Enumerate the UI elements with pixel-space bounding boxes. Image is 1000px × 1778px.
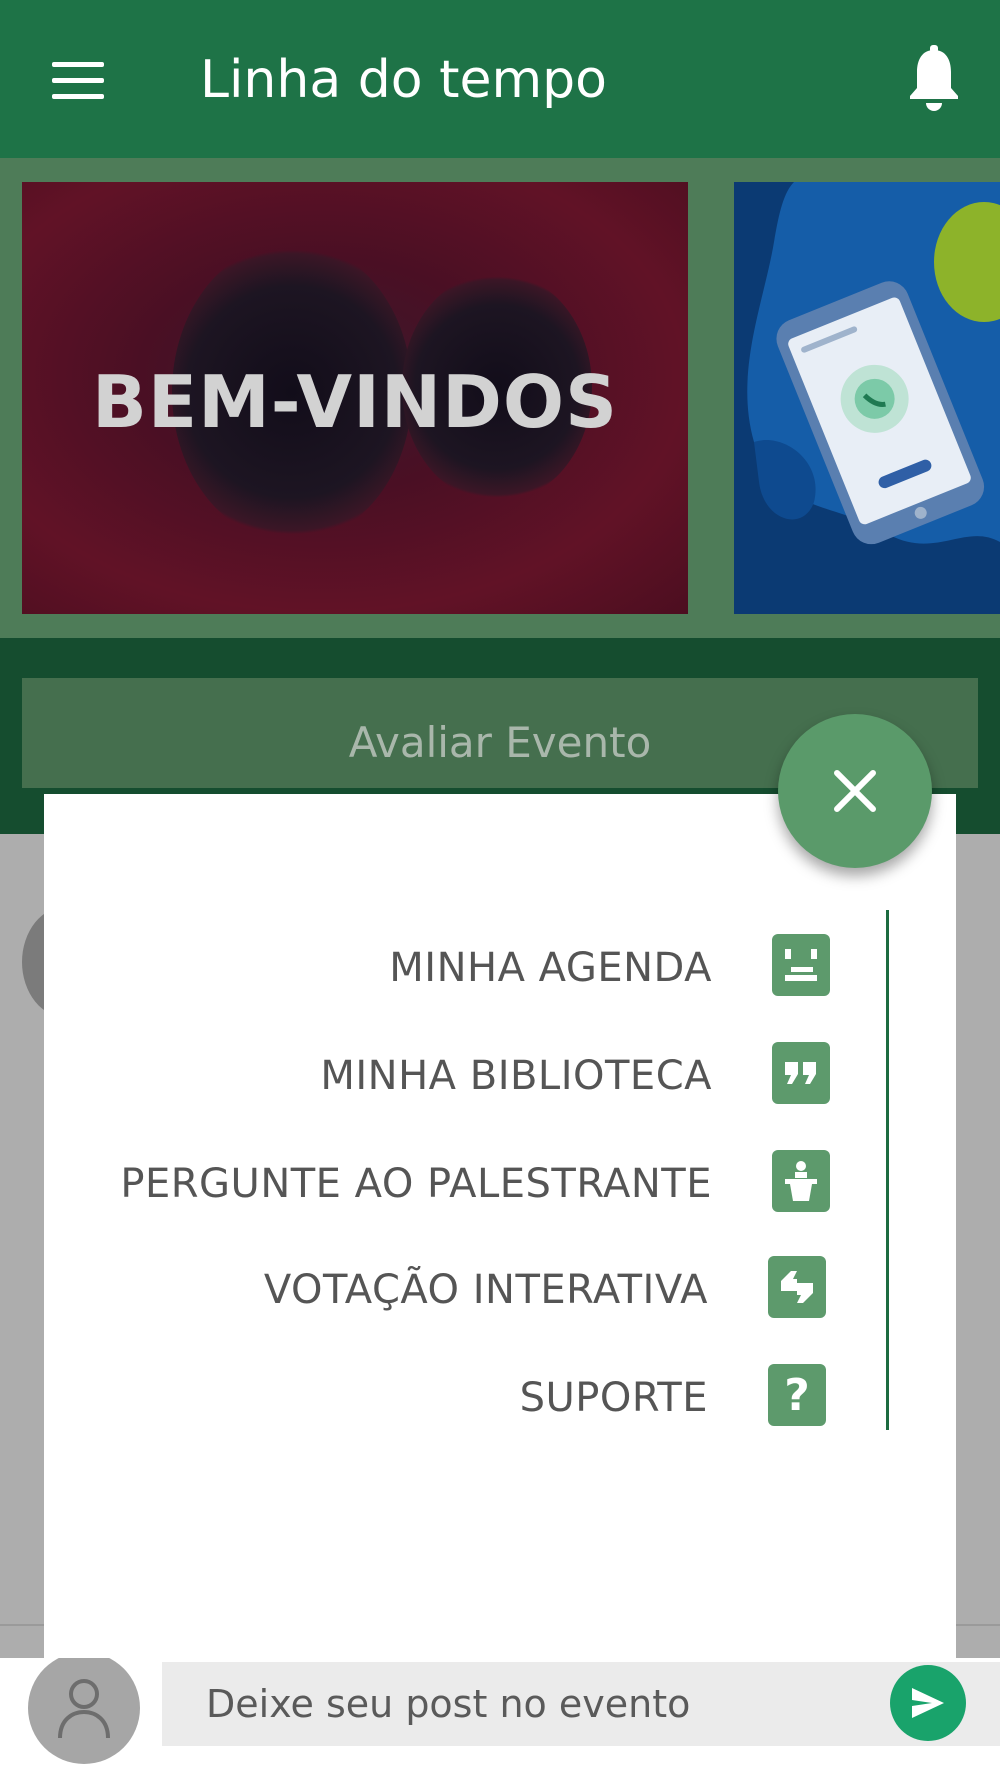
menu-divider [886,910,889,1430]
welcome-banner[interactable]: BEM-VINDOS [22,182,688,614]
quick-actions-menu: MINHA AGENDA MINHA BIBLIOTECA PERGUNTE A… [44,794,956,1658]
agenda-icon [772,934,830,996]
page-title: Linha do tempo [200,50,607,110]
menu-item-votacao-interativa[interactable]: VOTAÇÃO INTERATIVA [104,1252,844,1328]
quote-icon [772,1042,830,1104]
menu-item-suporte[interactable]: SUPORTE ? [104,1360,844,1436]
banner-carousel: BEM-VINDOS [0,158,1000,638]
hamburger-menu-icon[interactable] [40,50,116,110]
menu-item-label: SUPORTE [519,1375,708,1421]
send-icon[interactable] [890,1665,966,1741]
bell-icon[interactable] [904,44,964,114]
menu-item-label: PERGUNTE AO PALESTRANTE [120,1161,712,1207]
question-icon: ? [768,1364,826,1426]
menu-item-label: VOTAÇÃO INTERATIVA [263,1267,708,1313]
timeline-screen: Linha do tempo BEM-VINDOS Avaliar Evento… [0,0,1000,1778]
user-icon[interactable] [28,1652,140,1764]
menu-item-minha-biblioteca[interactable]: MINHA BIBLIOTECA [104,1038,844,1114]
speaker-podium-icon [772,1150,830,1212]
phone-call-illustration [747,182,1000,545]
menu-item-label: MINHA AGENDA [389,945,712,991]
app-bar: Linha do tempo [0,0,1000,158]
phone-call-banner[interactable] [734,182,1000,614]
menu-item-pergunte-ao-palestrante[interactable]: PERGUNTE AO PALESTRANTE [104,1146,844,1222]
menu-item-minha-agenda[interactable]: MINHA AGENDA [104,930,844,1006]
quote-pair-icon [768,1256,826,1318]
post-input[interactable] [162,1662,1000,1746]
welcome-banner-text: BEM-VINDOS [92,360,618,444]
close-icon[interactable] [778,714,932,868]
menu-item-label: MINHA BIBLIOTECA [320,1053,712,1099]
